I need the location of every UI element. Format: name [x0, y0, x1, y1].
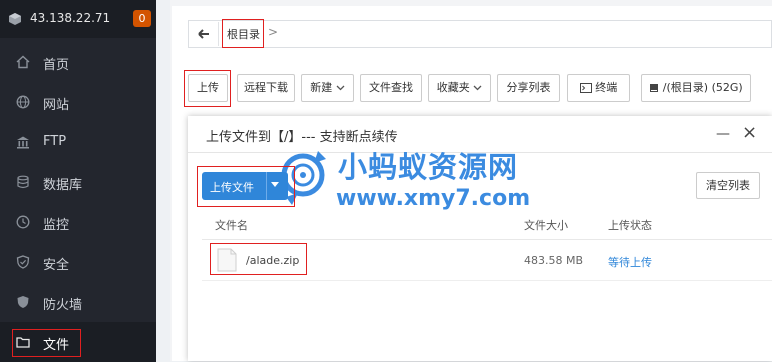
upload-split-divider — [266, 172, 267, 200]
home-icon — [16, 55, 30, 69]
remote-download-button[interactable]: 远程下载 — [237, 74, 295, 102]
sidebar-item-ftp[interactable]: FTP — [0, 122, 156, 162]
watermark-title: 小蚂蚁资源网 — [338, 150, 519, 184]
arrow-left-icon — [198, 29, 209, 39]
sidebar-item-database[interactable]: 数据库 — [0, 162, 156, 202]
caret-down-icon[interactable] — [271, 182, 279, 187]
share-list-button[interactable]: 分享列表 — [497, 74, 560, 102]
breadcrumb-root[interactable]: 根目录 — [227, 26, 260, 42]
table-row-divider — [202, 280, 772, 281]
sidebar-item-label: 文件 — [43, 338, 70, 353]
sidebar-item-label: 安全 — [43, 258, 70, 273]
watermark-url: www.xmy7.com — [336, 186, 531, 211]
database-icon — [17, 175, 29, 189]
ftp-icon — [17, 136, 29, 149]
chevron-down-icon — [473, 85, 482, 91]
favorites-button-label: 收藏夹 — [436, 81, 470, 94]
firewall-icon — [17, 296, 29, 308]
sidebar-header: 43.138.22.71 0 — [0, 0, 156, 38]
sidebar-item-home[interactable]: 首页 — [0, 42, 156, 82]
new-button-label: 新建 — [310, 81, 333, 94]
disk-button[interactable]: /(根目录) (52G) — [641, 74, 751, 102]
disk-icon — [650, 84, 659, 92]
file-icon — [217, 248, 237, 272]
sidebar-item-label: FTP — [43, 134, 67, 149]
sidebar-item-monitor[interactable]: 监控 — [0, 202, 156, 242]
upload-file-label: 上传文件 — [210, 181, 254, 194]
terminal-button-label: 终端 — [595, 81, 618, 94]
column-header-size: 文件大小 — [524, 219, 568, 232]
server-ip: 43.138.22.71 — [30, 11, 111, 25]
folder-icon — [16, 337, 30, 348]
favorites-button[interactable]: 收藏夹 — [428, 74, 491, 102]
file-status: 等待上传 — [608, 256, 652, 269]
sidebar-item-security[interactable]: 安全 — [0, 242, 156, 282]
server-logo-icon — [9, 13, 21, 25]
column-header-name: 文件名 — [215, 219, 248, 232]
sidebar-item-firewall[interactable]: 防火墙 — [0, 282, 156, 322]
sidebar-item-files[interactable]: 文件 — [0, 322, 156, 362]
column-header-status: 上传状态 — [608, 219, 652, 232]
notification-badge[interactable]: 0 — [133, 10, 151, 27]
new-button[interactable]: 新建 — [301, 74, 354, 102]
upload-button[interactable]: 上传 — [188, 74, 228, 102]
minimize-icon[interactable]: — — [716, 126, 730, 142]
sidebar-item-label: 监控 — [43, 218, 70, 233]
sidebar-item-label: 防火墙 — [43, 298, 83, 313]
sidebar-item-website[interactable]: 网站 — [0, 82, 156, 122]
chevron-down-icon — [336, 85, 345, 91]
sidebar-item-label: 首页 — [43, 58, 70, 73]
sidebar: 43.138.22.71 0 首页 网站 FTP 数据库 监控 安全 防火墙 文… — [0, 0, 156, 362]
globe-icon — [16, 95, 30, 109]
file-size: 483.58 MB — [524, 254, 584, 267]
table-header-divider — [202, 239, 772, 240]
terminal-icon — [579, 83, 592, 93]
dialog-title: 上传文件到【/】--- 支持断点续传 — [206, 130, 398, 145]
clear-list-button[interactable]: 清空列表 — [696, 172, 760, 199]
terminal-button[interactable]: 终端 — [567, 74, 630, 102]
shield-icon — [16, 255, 30, 269]
file-search-button[interactable]: 文件查找 — [360, 74, 422, 102]
breadcrumb-separator: > — [268, 25, 279, 39]
disk-button-label: /(根目录) (52G) — [662, 81, 743, 94]
sidebar-item-label: 数据库 — [43, 178, 83, 193]
close-icon[interactable]: × — [742, 122, 757, 143]
monitor-icon — [16, 215, 30, 229]
back-button[interactable] — [190, 22, 219, 46]
file-name: /alade.zip — [246, 254, 300, 267]
sidebar-item-label: 网站 — [43, 98, 70, 113]
